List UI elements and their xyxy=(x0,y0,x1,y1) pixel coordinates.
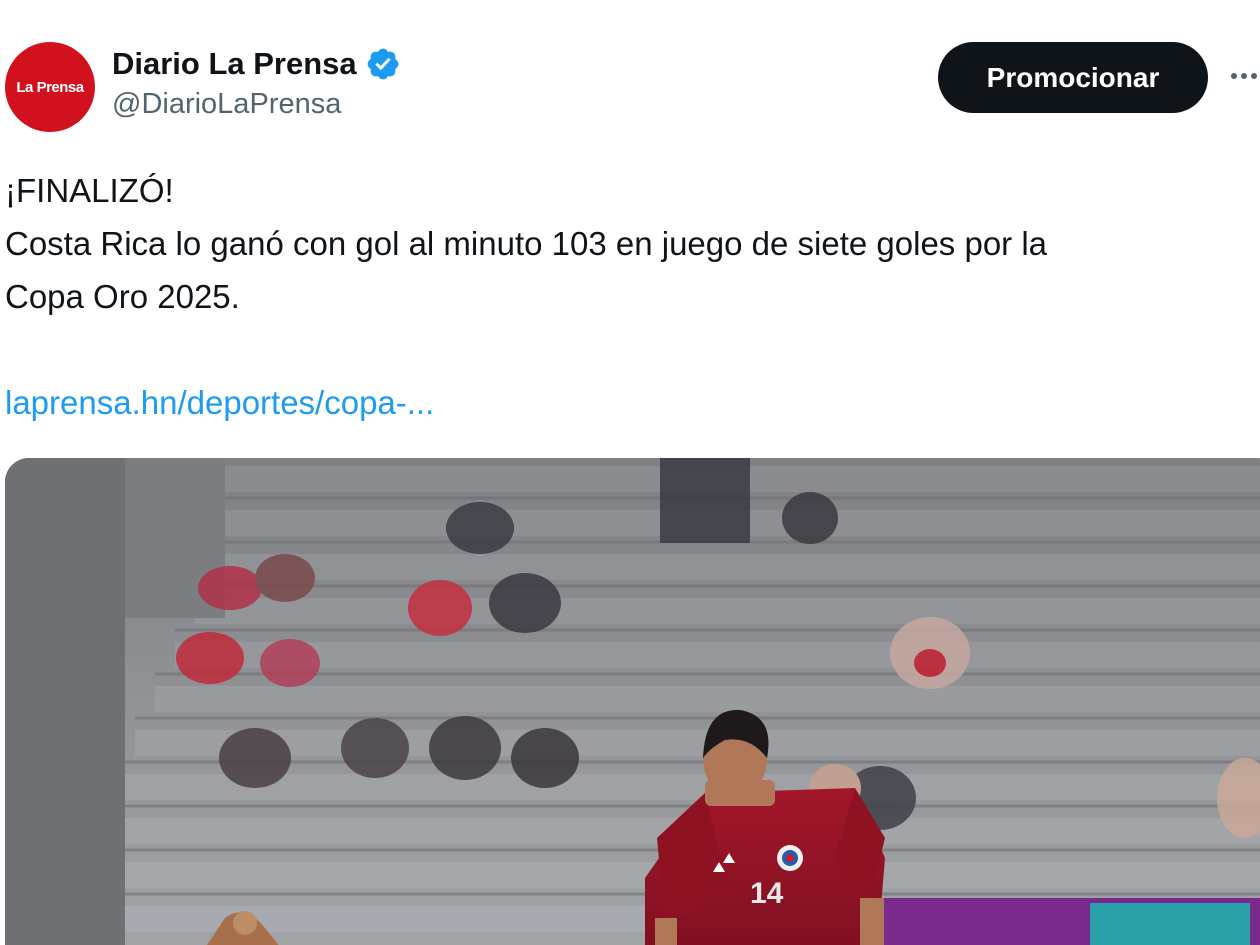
tweet: La Prensa Diario La Prensa @DiarioLaPren… xyxy=(0,0,1260,945)
player-number: 14 xyxy=(750,877,784,910)
article-link[interactable]: laprensa.hn/deportes/copa-... xyxy=(5,376,434,429)
verified-badge-icon[interactable] xyxy=(365,46,401,82)
avatar-logo-text: La Prensa xyxy=(16,78,84,96)
display-name[interactable]: Diario La Prensa xyxy=(112,46,357,82)
tweet-photo[interactable]: 14 xyxy=(5,458,1260,945)
avatar[interactable]: La Prensa xyxy=(5,42,95,132)
more-options-icon[interactable] xyxy=(1224,58,1260,94)
display-name-row: Diario La Prensa xyxy=(112,42,401,86)
tweet-text: ¡FINALIZÓ! Costa Rica lo ganó con gol al… xyxy=(5,164,1255,323)
promote-button[interactable]: Promocionar xyxy=(938,42,1208,113)
handle[interactable]: @DiarioLaPrensa xyxy=(112,88,401,121)
author-info: Diario La Prensa @DiarioLaPrensa xyxy=(112,42,401,121)
tweet-line-2: Copa Oro 2025. xyxy=(5,278,240,315)
stadium-wall xyxy=(5,458,125,945)
tweet-line-1: Costa Rica lo ganó con gol al minuto 103… xyxy=(5,225,1048,262)
tweet-header: La Prensa Diario La Prensa @DiarioLaPren… xyxy=(0,38,1260,138)
stadium-photo: 14 xyxy=(5,458,1260,945)
tweet-headline: ¡FINALIZÓ! xyxy=(5,172,174,209)
